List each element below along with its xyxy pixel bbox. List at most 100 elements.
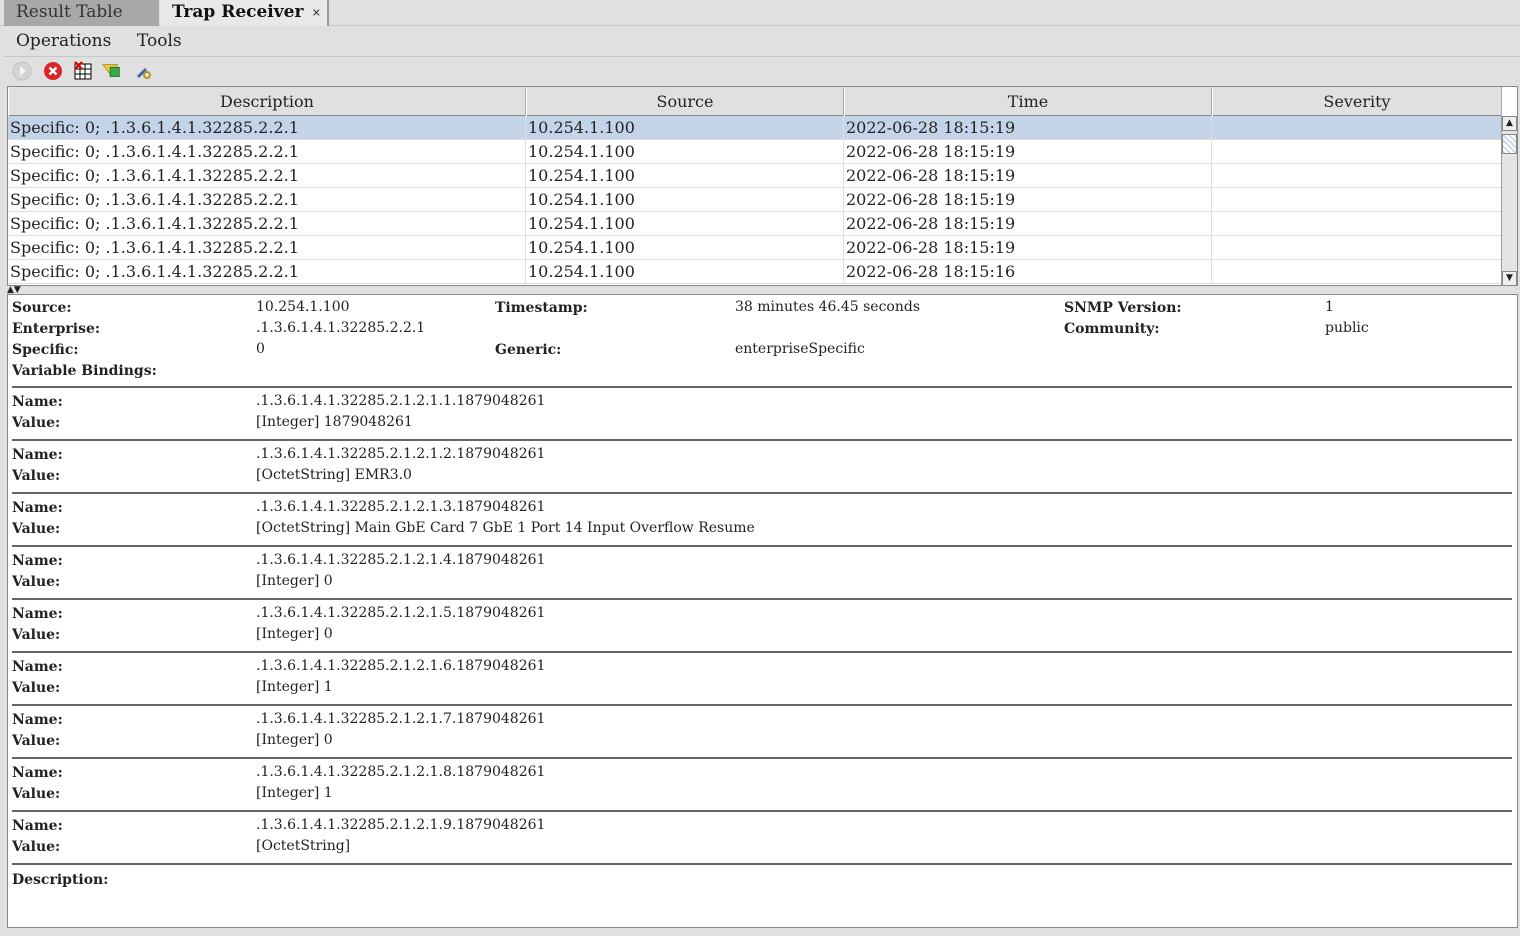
splitter-arrows-icon[interactable]: ▲▼: [7, 286, 21, 295]
clear-table-icon[interactable]: [73, 61, 93, 81]
binding-name-label: Name:: [12, 500, 63, 516]
binding-value-label: Value:: [12, 733, 61, 749]
table-row[interactable]: Specific: 0; .1.3.6.1.4.1.32285.2.2.1 10.…: [8, 164, 1502, 188]
divider: [12, 439, 1512, 441]
table-row[interactable]: Specific: 0; .1.3.6.1.4.1.32285.2.2.1 10.…: [8, 116, 1502, 140]
variable-bindings-label: Variable Bindings:: [12, 363, 157, 379]
table-cell: 2022-06-28 18:15:19: [844, 212, 1212, 236]
scroll-up-icon[interactable]: ▲: [1502, 116, 1517, 131]
tab-trap-receiver[interactable]: Trap Receiver ×: [160, 0, 329, 26]
column-header-time[interactable]: Time: [844, 87, 1212, 116]
divider: [12, 492, 1512, 494]
binding-value: [Integer] 0: [256, 626, 333, 642]
table-cell: Specific: 0; .1.3.6.1.4.1.32285.2.2.1: [8, 140, 526, 164]
table-cell: 10.254.1.100: [526, 116, 844, 140]
toolbar: [4, 58, 1520, 84]
binding-value-label: Value:: [12, 627, 61, 643]
column-header-severity[interactable]: Severity: [1212, 87, 1502, 116]
scrollbar-thumb[interactable]: [1502, 134, 1517, 154]
table-cell: [1212, 236, 1502, 260]
table-cell: 2022-06-28 18:15:16: [844, 260, 1212, 284]
divider: [12, 598, 1512, 600]
vertical-scrollbar[interactable]: ▲ ▼: [1501, 116, 1517, 285]
tab-bar: Result Table Trap Receiver ×: [0, 0, 1520, 26]
specific-value: 0: [256, 341, 265, 357]
table-cell: Specific: 0; .1.3.6.1.4.1.32285.2.2.1: [8, 188, 526, 212]
binding-name-label: Name:: [12, 659, 63, 675]
binding-value: [OctetString]: [256, 838, 351, 854]
binding-value: [Integer] 1: [256, 679, 333, 695]
table-cell: [1212, 188, 1502, 212]
filter-icon[interactable]: [102, 61, 122, 81]
table-row[interactable]: Specific: 0; .1.3.6.1.4.1.32285.2.2.1 10.…: [8, 260, 1502, 284]
table-row[interactable]: Specific: 0; .1.3.6.1.4.1.32285.2.2.1 10.…: [8, 188, 1502, 212]
binding-value-label: Value:: [12, 574, 61, 590]
binding-name-label: Name:: [12, 394, 63, 410]
binding-value-label: Value:: [12, 415, 61, 431]
enterprise-value: .1.3.6.1.4.1.32285.2.2.1: [256, 320, 426, 336]
trap-detail-panel: Source: 10.254.1.100 Enterprise: .1.3.6.…: [7, 294, 1518, 928]
table-cell: 10.254.1.100: [526, 140, 844, 164]
timestamp-label: Timestamp:: [495, 300, 588, 316]
menu-operations[interactable]: Operations: [16, 31, 111, 51]
enterprise-label: Enterprise:: [12, 321, 101, 337]
binding-name: .1.3.6.1.4.1.32285.2.1.2.1.8.1879048261: [256, 764, 546, 780]
tab-result-table[interactable]: Result Table: [4, 0, 159, 26]
table-cell: 10.254.1.100: [526, 188, 844, 212]
binding-name-label: Name:: [12, 765, 63, 781]
binding-value: [Integer] 0: [256, 732, 333, 748]
community-label: Community:: [1064, 321, 1160, 337]
generic-value: enterpriseSpecific: [735, 341, 865, 357]
divider: [12, 757, 1512, 759]
table-row[interactable]: Specific: 0; .1.3.6.1.4.1.32285.2.2.1 10.…: [8, 140, 1502, 164]
binding-name: .1.3.6.1.4.1.32285.2.1.2.1.2.1879048261: [256, 446, 546, 462]
table-cell: 2022-06-28 18:15:19: [844, 236, 1212, 260]
binding-name: .1.3.6.1.4.1.32285.2.1.2.1.4.1879048261: [256, 552, 546, 568]
binding-value-label: Value:: [12, 839, 61, 855]
table-cell: 2022-06-28 18:15:19: [844, 140, 1212, 164]
binding-name: .1.3.6.1.4.1.32285.2.1.2.1.3.1879048261: [256, 499, 546, 515]
table-cell: [1212, 164, 1502, 188]
binding-value-label: Value:: [12, 468, 61, 484]
settings-icon[interactable]: [134, 61, 154, 81]
binding-name-label: Name:: [12, 553, 63, 569]
tab-label: Trap Receiver: [172, 2, 304, 22]
table-cell: 10.254.1.100: [526, 236, 844, 260]
source-value: 10.254.1.100: [256, 299, 350, 315]
stop-icon[interactable]: [43, 61, 63, 81]
timestamp-value: 38 minutes 46.45 seconds: [735, 299, 921, 315]
play-icon[interactable]: [12, 61, 32, 81]
close-icon[interactable]: ×: [312, 0, 321, 25]
column-header-description[interactable]: Description: [8, 87, 526, 116]
table-cell: 2022-06-28 18:15:19: [844, 164, 1212, 188]
binding-value: [Integer] 1879048261: [256, 414, 413, 430]
table-cell: 10.254.1.100: [526, 164, 844, 188]
scroll-down-icon[interactable]: ▼: [1502, 271, 1517, 285]
binding-value: [OctetString] EMR3.0: [256, 467, 412, 483]
divider: [12, 651, 1512, 653]
table-cell: Specific: 0; .1.3.6.1.4.1.32285.2.2.1: [8, 116, 526, 140]
table-row[interactable]: Specific: 0; .1.3.6.1.4.1.32285.2.2.1 10.…: [8, 212, 1502, 236]
table-cell: [1212, 116, 1502, 140]
table-cell: 10.254.1.100: [526, 212, 844, 236]
binding-name: .1.3.6.1.4.1.32285.2.1.2.1.9.1879048261: [256, 817, 546, 833]
binding-value-label: Value:: [12, 680, 61, 696]
divider: [12, 704, 1512, 706]
binding-value-label: Value:: [12, 786, 61, 802]
divider: [12, 863, 1512, 865]
snmp-version-value: 1: [1325, 299, 1334, 315]
divider: [12, 386, 1512, 388]
menu-tools[interactable]: Tools: [137, 31, 182, 51]
binding-value: [Integer] 0: [256, 573, 333, 589]
binding-name: .1.3.6.1.4.1.32285.2.1.2.1.1.1879048261: [256, 393, 546, 409]
snmp-version-label: SNMP Version:: [1064, 300, 1182, 316]
table-cell: Specific: 0; .1.3.6.1.4.1.32285.2.2.1: [8, 260, 526, 284]
source-label: Source:: [12, 300, 72, 316]
table-row[interactable]: Specific: 0; .1.3.6.1.4.1.32285.2.2.1 10.…: [8, 236, 1502, 260]
trap-table: Description Source Time Severity Specifi…: [7, 86, 1518, 286]
binding-name: .1.3.6.1.4.1.32285.2.1.2.1.7.1879048261: [256, 711, 546, 727]
table-cell: 2022-06-28 18:15:19: [844, 116, 1212, 140]
column-header-source[interactable]: Source: [526, 87, 844, 116]
table-cell: 10.254.1.100: [526, 260, 844, 284]
table-cell: [1212, 260, 1502, 284]
